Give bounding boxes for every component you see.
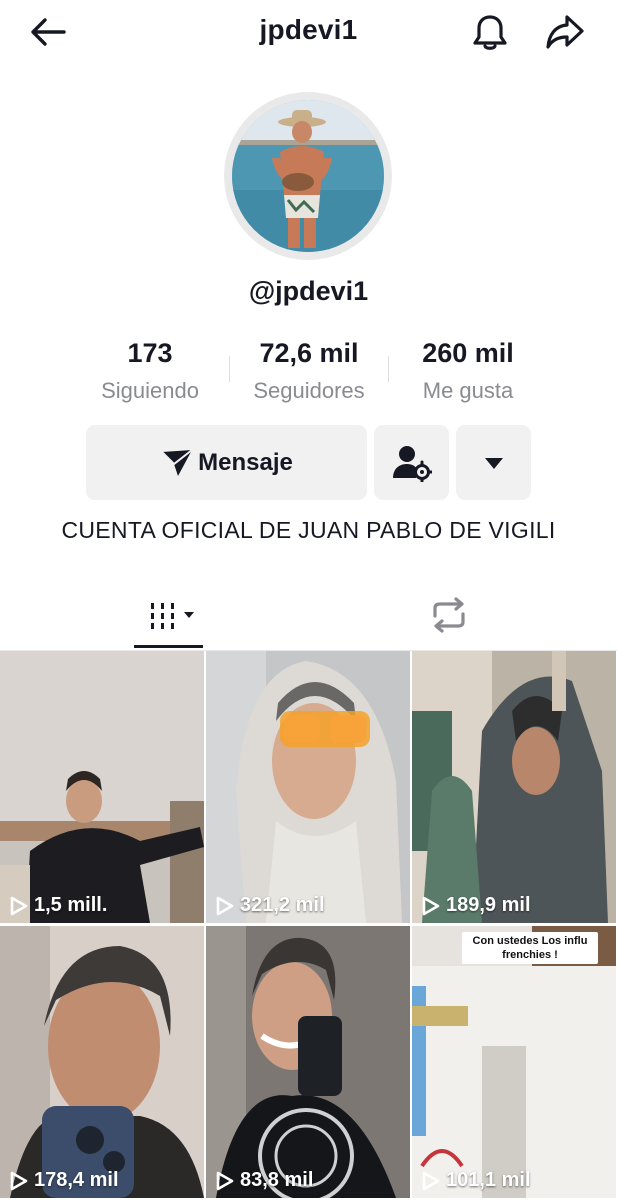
bell-icon: [473, 15, 507, 50]
video-frame: [412, 926, 616, 1198]
view-count-text: 1,5 mill.: [34, 894, 108, 916]
view-count: 101,1 mil: [422, 1169, 531, 1192]
message-button-label: Mensaje: [198, 448, 293, 476]
view-count: 178,4 mil: [10, 1169, 119, 1192]
stat-followers[interactable]: 72,6 mil Seguidores: [234, 336, 384, 408]
likes-count: 260 mil: [422, 338, 514, 368]
grid-lines-icon: [151, 603, 194, 629]
view-count-text: 189,9 mil: [446, 894, 531, 916]
play-icon: [216, 896, 234, 915]
video-caption: Con ustedes Los influ frenchies !: [462, 932, 598, 964]
view-count: 83,8 mil: [216, 1169, 313, 1192]
play-icon: [422, 896, 440, 915]
view-count-text: 101,1 mil: [446, 1169, 531, 1191]
notifications-button[interactable]: [466, 10, 514, 54]
view-count: 1,5 mill.: [10, 894, 107, 917]
add-friend-button[interactable]: [374, 425, 449, 500]
likes-label: Me gusta: [422, 378, 514, 403]
profile-handle: @jpdevi1: [248, 276, 369, 306]
profile-photo: [232, 100, 384, 252]
view-count-text: 83,8 mil: [240, 1169, 314, 1191]
following-label: Siguiendo: [101, 378, 199, 403]
video-frame: [412, 651, 616, 923]
video-thumbnail[interactable]: Con ustedes Los influ frenchies ! 101,1 …: [412, 926, 616, 1198]
profile-bio: CUENTA OFICIAL DE JUAN PABLO DE VIGILI: [61, 517, 556, 543]
play-icon: [10, 896, 28, 915]
stat-following[interactable]: 173 Siguiendo: [80, 336, 220, 408]
followers-count: 72,6 mil: [259, 338, 359, 368]
send-icon: [161, 448, 193, 476]
video-thumbnail[interactable]: 189,9 mil: [412, 651, 616, 923]
message-button[interactable]: Mensaje: [86, 425, 367, 500]
top-bar: jpdevi1: [0, 0, 617, 66]
video-frame: [206, 651, 410, 923]
tab-reposts[interactable]: [414, 592, 483, 648]
play-icon: [216, 1171, 234, 1190]
video-thumbnail[interactable]: 321,2 mil: [206, 651, 410, 923]
video-frame: [0, 926, 204, 1198]
user-settings-icon: [392, 445, 432, 482]
tab-videos[interactable]: [134, 592, 203, 648]
video-frame: [206, 926, 410, 1198]
followers-label: Seguidores: [253, 378, 365, 403]
view-count: 321,2 mil: [216, 894, 325, 917]
video-thumbnail[interactable]: 83,8 mil: [206, 926, 410, 1198]
page-title: jpdevi1: [259, 14, 358, 45]
caret-down-icon: [484, 457, 503, 469]
active-tab-indicator: [134, 645, 203, 648]
repost-icon: [432, 597, 465, 633]
stat-divider: [388, 356, 389, 382]
video-thumbnail[interactable]: 1,5 mill.: [0, 651, 204, 923]
view-count: 189,9 mil: [422, 894, 531, 917]
view-count-text: 321,2 mil: [240, 894, 325, 916]
play-icon: [422, 1171, 440, 1190]
share-arrow-icon: [546, 15, 584, 49]
play-icon: [10, 1171, 28, 1190]
view-count-text: 178,4 mil: [34, 1169, 119, 1191]
stat-divider: [229, 356, 230, 382]
share-button[interactable]: [540, 10, 590, 54]
video-thumbnail[interactable]: 178,4 mil: [0, 926, 204, 1198]
more-options-button[interactable]: [456, 425, 531, 500]
avatar[interactable]: [232, 100, 384, 252]
stat-likes[interactable]: 260 mil Me gusta: [394, 336, 542, 408]
following-count: 173: [127, 338, 173, 368]
video-frame: [0, 651, 204, 923]
